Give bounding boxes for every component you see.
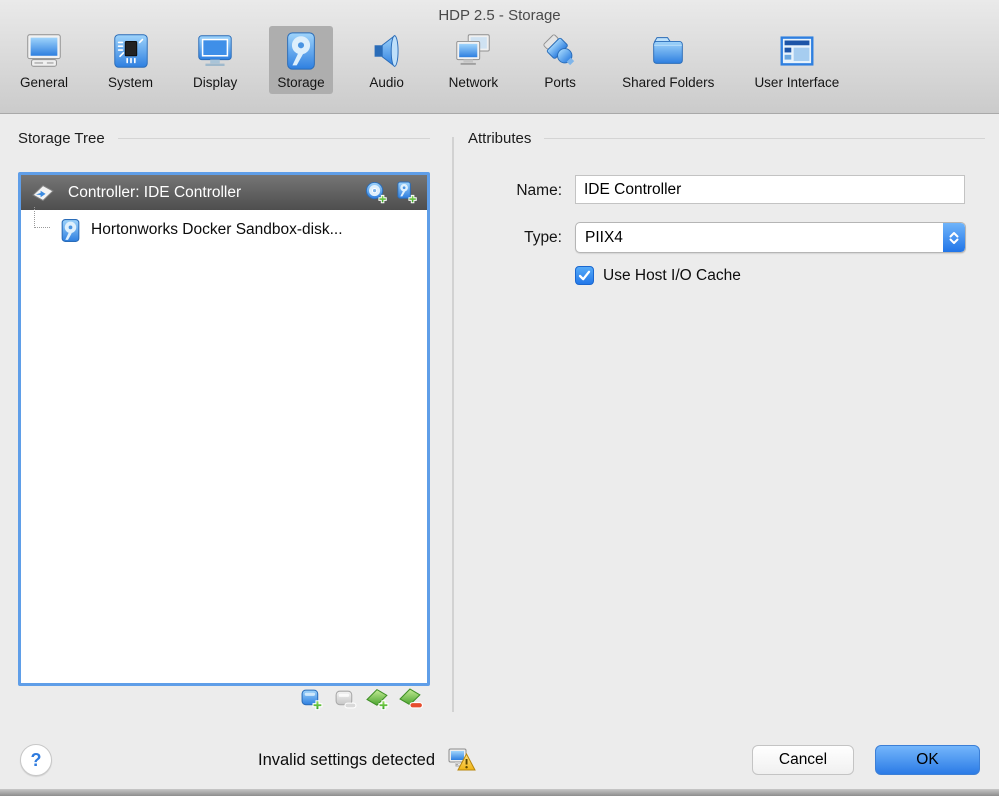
display-icon (193, 29, 237, 73)
ports-icon (538, 29, 582, 73)
validation-status: Invalid settings detected (258, 744, 476, 776)
shared-folders-icon (646, 29, 690, 73)
toolbar-label: Shared Folders (622, 75, 715, 90)
toolbar-label: System (108, 75, 154, 90)
ok-button[interactable]: OK (875, 745, 980, 775)
toolbar-label: Storage (277, 75, 325, 90)
storage-tree-toolbar (300, 687, 424, 712)
invalid-settings-warning-icon (448, 747, 476, 773)
toolbar-item-system[interactable]: System (100, 26, 161, 94)
storage-tree-section-label: Storage Tree (18, 130, 105, 147)
user-interface-icon (775, 29, 819, 73)
add-hard-disk-icon[interactable] (395, 181, 418, 204)
toolbar-label: Ports (544, 75, 576, 90)
controller-row[interactable]: Controller: IDE Controller (21, 175, 427, 210)
toolbar-label: User Interface (754, 75, 840, 90)
validation-status-text: Invalid settings detected (258, 750, 436, 769)
tree-connector (34, 207, 50, 228)
host-io-cache-label: Use Host I/O Cache (603, 266, 741, 284)
remove-attachment-icon[interactable] (399, 687, 424, 712)
section-rule (117, 138, 430, 139)
controller-type-value: PIIX4 (585, 228, 623, 246)
audio-icon (365, 29, 409, 73)
remove-controller-icon (333, 687, 358, 712)
settings-toolbar: General System Display Storage Audio Net… (12, 26, 847, 94)
hard-disk-icon (58, 218, 83, 243)
toolbar-label: General (20, 75, 69, 90)
general-icon (22, 29, 66, 73)
toolbar-label: Network (448, 75, 499, 90)
question-mark-icon: ? (30, 749, 42, 770)
attributes-section-header: Attributes (468, 130, 985, 147)
host-io-cache-checkbox[interactable] (575, 266, 594, 285)
attachment-row[interactable]: Hortonworks Docker Sandbox-disk... (21, 207, 427, 250)
window-title: HDP 2.5 - Storage (438, 7, 561, 24)
network-icon (451, 29, 495, 73)
toolbar-item-display[interactable]: Display (185, 26, 245, 94)
check-icon (578, 270, 591, 281)
toolbar-label: Display (193, 75, 238, 90)
add-optical-drive-icon[interactable] (365, 181, 388, 204)
toolbar-item-network[interactable]: Network (441, 26, 507, 94)
attributes-section-label: Attributes (468, 130, 532, 147)
toolbar-item-ports[interactable]: Ports (530, 26, 590, 94)
section-rule (544, 138, 985, 139)
toolbar-label: Audio (369, 75, 404, 90)
titlebar: HDP 2.5 - Storage General System Display… (0, 0, 999, 114)
cancel-button[interactable]: Cancel (752, 745, 854, 775)
host-io-cache-row: Use Host I/O Cache (575, 266, 741, 285)
system-icon (109, 29, 153, 73)
storage-tree-panel[interactable]: Controller: IDE Controller Hortonworks D… (18, 172, 430, 686)
add-controller-icon[interactable] (300, 687, 325, 712)
controller-label: Controller: IDE Controller (68, 183, 242, 201)
controller-type-select[interactable]: PIIX4 (575, 222, 966, 253)
toolbar-item-shared-folders[interactable]: Shared Folders (614, 26, 722, 94)
window-bottom-edge (0, 789, 999, 796)
attachment-label: Hortonworks Docker Sandbox-disk... (91, 221, 343, 238)
toolbar-item-user-interface[interactable]: User Interface (746, 26, 847, 94)
add-attachment-icon[interactable] (366, 687, 391, 712)
type-field-label: Type: (524, 229, 562, 246)
chevron-up-down-icon (943, 223, 965, 252)
name-field-label: Name: (516, 182, 562, 199)
toolbar-item-storage[interactable]: Storage (269, 26, 333, 94)
panel-divider (452, 137, 454, 712)
help-button[interactable]: ? (20, 744, 52, 776)
toolbar-item-audio[interactable]: Audio (357, 26, 417, 94)
controller-actions (365, 181, 418, 204)
storage-icon (279, 29, 323, 73)
toolbar-item-general[interactable]: General (12, 26, 76, 94)
controller-name-input[interactable] (575, 175, 965, 204)
ide-controller-icon (31, 181, 55, 205)
storage-tree-section-header: Storage Tree (18, 130, 430, 147)
